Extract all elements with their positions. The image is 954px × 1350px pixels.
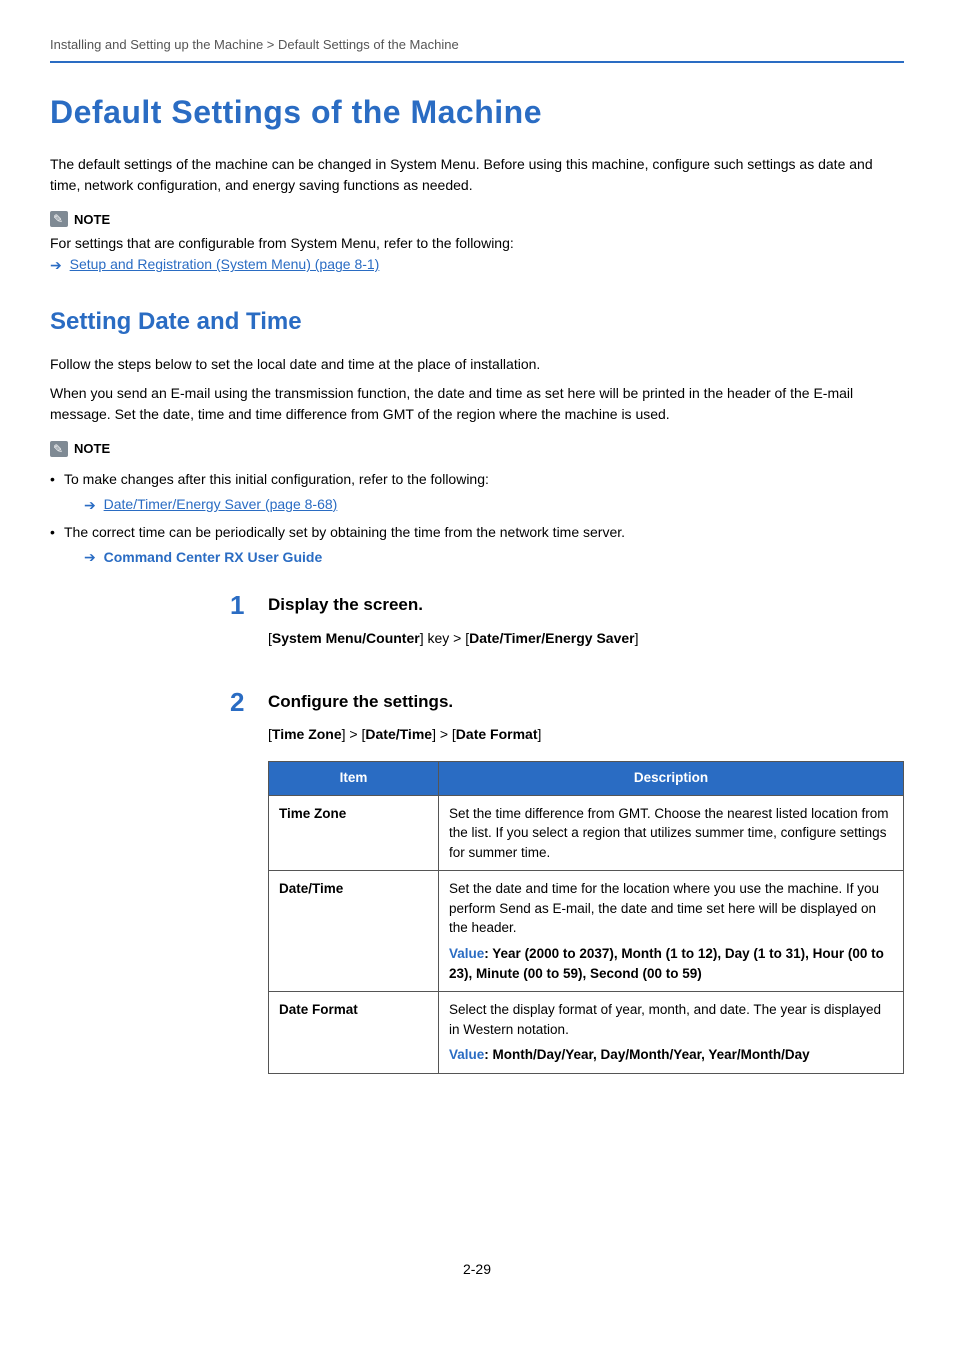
arrow-icon: ➔ xyxy=(50,255,62,276)
step-content: Display the screen. [System Menu/Counter… xyxy=(268,592,904,665)
bullet-text: To make changes after this initial confi… xyxy=(64,471,489,487)
note-block-1: NOTE For settings that are configurable … xyxy=(50,210,904,277)
value-text: : Year (2000 to 2037), Month (1 to 12), … xyxy=(449,946,884,981)
path-frag: ] > [ xyxy=(432,726,456,742)
page-title-h1: Default Settings of the Machine xyxy=(50,88,904,136)
value-text: : Month/Day/Year, Day/Month/Year, Year/M… xyxy=(484,1047,809,1062)
note-header: NOTE xyxy=(50,439,110,459)
step-1: 1 Display the screen. [System Menu/Count… xyxy=(50,592,904,665)
note-list: To make changes after this initial confi… xyxy=(50,469,904,569)
table-row: Date Format Select the display format of… xyxy=(269,992,904,1074)
cell-desc: Set the time difference from GMT. Choose… xyxy=(439,795,904,871)
step-title: Configure the settings. xyxy=(268,689,904,715)
arrow-icon: ➔ xyxy=(84,495,96,516)
intro-paragraph: The default settings of the machine can … xyxy=(50,154,904,196)
th-item: Item xyxy=(269,762,439,795)
path-frag: ] key > [ xyxy=(420,630,469,646)
path-frag: ] > [ xyxy=(342,726,366,742)
bullet-text: The correct time can be periodically set… xyxy=(64,524,625,540)
cell-item: Date Format xyxy=(269,992,439,1074)
note-block-2: NOTE To make changes after this initial … xyxy=(50,439,904,568)
note-bullet-1: To make changes after this initial confi… xyxy=(50,469,904,516)
step-path: [System Menu/Counter] key > [Date/Timer/… xyxy=(268,628,904,649)
breadcrumb: Installing and Setting up the Machine > … xyxy=(50,35,904,55)
link-command-center: Command Center RX User Guide xyxy=(104,549,323,565)
cell-desc: Set the date and time for the location w… xyxy=(439,871,904,992)
desc-text: Set the date and time for the location w… xyxy=(449,881,879,935)
table-row: Date/Time Set the date and time for the … xyxy=(269,871,904,992)
cell-item: Date/Time xyxy=(269,871,439,992)
step-number: 2 xyxy=(230,689,250,715)
link-date-timer[interactable]: Date/Timer/Energy Saver (page 8-68) xyxy=(104,496,338,512)
value-label: Value xyxy=(449,1047,484,1062)
section-p2: When you send an E-mail using the transm… xyxy=(50,383,904,425)
note-link-row: ➔ Setup and Registration (System Menu) (… xyxy=(50,254,904,276)
note-label: NOTE xyxy=(74,210,110,230)
step-number: 1 xyxy=(230,592,250,618)
th-description: Description xyxy=(439,762,904,795)
cell-item: Time Zone xyxy=(269,795,439,871)
link-system-menu[interactable]: Setup and Registration (System Menu) (pa… xyxy=(70,256,380,272)
step-title: Display the screen. xyxy=(268,592,904,618)
table-row: Time Zone Set the time difference from G… xyxy=(269,795,904,871)
section-heading: Setting Date and Time xyxy=(50,304,904,340)
note-icon xyxy=(50,441,68,457)
arrow-icon: ➔ xyxy=(84,547,96,568)
path-frag: ] xyxy=(635,630,639,646)
header-divider xyxy=(50,61,904,63)
step-path: [Time Zone] > [Date/Time] > [Date Format… xyxy=(268,724,904,745)
bullet-sublink: ➔ Command Center RX User Guide xyxy=(64,547,904,569)
note-text: For settings that are configurable from … xyxy=(50,233,904,254)
path-frag: ] xyxy=(537,726,541,742)
step-content: Configure the settings. [Time Zone] > [D… xyxy=(268,689,904,1074)
path-key: Date/Timer/Energy Saver xyxy=(469,630,635,646)
note-header: NOTE xyxy=(50,210,110,230)
path-key: Date/Time xyxy=(365,726,432,742)
path-key: System Menu/Counter xyxy=(272,630,420,646)
step-2: 2 Configure the settings. [Time Zone] > … xyxy=(50,689,904,1074)
note-bullet-2: The correct time can be periodically set… xyxy=(50,522,904,569)
path-key: Date Format xyxy=(456,726,538,742)
settings-table: Item Description Time Zone Set the time … xyxy=(268,761,904,1073)
value-label: Value xyxy=(449,946,484,961)
note-icon xyxy=(50,211,68,227)
cell-desc: Select the display format of year, month… xyxy=(439,992,904,1074)
bullet-sublink: ➔ Date/Timer/Energy Saver (page 8-68) xyxy=(64,494,904,516)
page-number: 2-29 xyxy=(50,1259,904,1280)
table-header-row: Item Description xyxy=(269,762,904,795)
section-p1: Follow the steps below to set the local … xyxy=(50,354,904,375)
path-key: Time Zone xyxy=(272,726,342,742)
desc-text: Select the display format of year, month… xyxy=(449,1002,881,1037)
note-label: NOTE xyxy=(74,439,110,459)
